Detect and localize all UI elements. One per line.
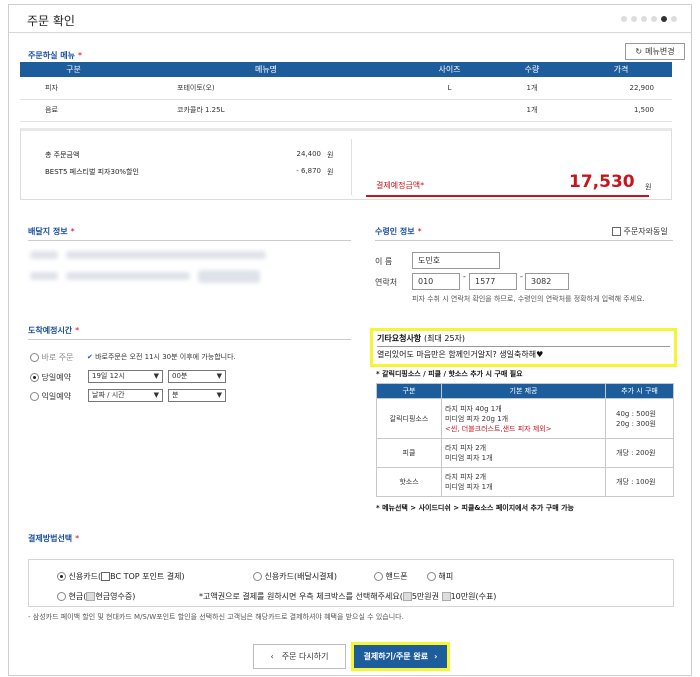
step-dot [671,16,677,22]
total-value: 24,400 [296,150,322,158]
step-dot [631,16,637,22]
col-header: 수량 [494,62,570,77]
price-summary: 총 주문금액 24,400 원 BEST5 페스티벌 피자30%할인 - 6,8… [20,128,672,200]
step-dot [641,16,647,22]
receiver-name-input[interactable]: 도민호 [412,252,500,269]
table-row: 피자 포테이토(오) L 1개 22,900 [20,77,672,100]
reorder-button[interactable]: ‹ 주문 다시하기 [253,644,346,669]
phone-pay-radio[interactable] [374,572,383,581]
happy-option[interactable]: 해피 [427,571,453,582]
col-header: 구분 [20,62,127,77]
receiver-section-title: 수령인 정보 * [375,227,422,236]
table-row: 갈릭디핑소스 라지 피자 40g 1개 미디엄 피자 20g 1개 <씬, 더블크러… [376,398,674,439]
today-reservation-option[interactable]: 당일예약 [30,372,71,383]
table-row: 핫소스 라지 피자 2개 미디엄 피자 1개 개당 : 100원 [376,467,674,497]
step-dot [621,16,627,22]
special-request-box: 기타요청사항 (최대 25자) 열리있어도 마음만은 함께인거알지? 생일축하해… [370,328,677,367]
card-on-delivery-option[interactable]: 신용카드(배달시결제) [253,571,337,582]
chevron-down-icon: ▼ [153,391,159,399]
today-reservation-radio[interactable] [30,373,39,382]
table-row: 피클 라지 피자 2개 미디엄 피자 1개 개당 : 200원 [376,438,674,468]
next-day-time-select[interactable]: 날짜 / 시간 ▼ [88,389,163,402]
cash-option[interactable]: 현금(현금영수증) [57,591,135,602]
name-label: 이 름 [375,257,393,266]
chevron-right-icon: › [434,652,438,661]
credit-card-radio[interactable] [57,572,66,581]
phone-label: 연락처 [375,278,398,287]
phone-prefix-input[interactable]: 010 [412,273,460,290]
col-header: 구분 [376,383,442,399]
bc-top-checkbox[interactable] [101,572,111,581]
col-header: 사이즈 [405,62,494,77]
refresh-icon: ↻ [635,47,643,56]
col-header: 추가 시 구매 [605,383,674,399]
menu-table: 구분 메뉴명 사이즈 수량 가격 피자 포테이토(오) L 1개 22,900 … [20,62,672,122]
page-title: 주문 확인 [27,14,75,28]
menu-section-title: 주문하실 메뉴 * [28,51,82,60]
step-dot-current [661,16,667,22]
header: 주문 확인 [9,5,691,33]
order-now-note: ✔ 바로주문은 오전 11시 30분 이후에 가능합니다. [87,353,236,361]
phone-note: 피자 수취 시 연락처 확인을 하므로, 수령인의 연락처를 정확하게 입력해 … [412,295,645,303]
cash-note: *고액권으로 결제를 원하시면 우측 체크박스를 선택해주세요(5만원권 10만… [199,592,497,601]
sauce-table: 구분 기본 제공 추가 시 구매 갈릭디핑소스 라지 피자 40g 1개 미디엄 … [376,383,674,497]
blurred-button [198,270,260,283]
change-menu-button[interactable]: ↻ 메뉴변경 [625,43,685,60]
next-day-reservation-radio[interactable] [30,392,39,401]
blurred-address [66,251,266,259]
next-day-minute-select[interactable]: 분 ▼ [168,389,226,402]
complete-order-button[interactable]: 결제하기/주문 완료 › [351,642,450,671]
col-header: 기본 제공 [441,383,606,399]
discount-label: BEST5 페스티벌 피자30%할인 [45,168,139,176]
credit-card-option[interactable]: 신용카드(BC TOP 포인트 결제) [57,571,185,582]
step-indicator [621,16,677,22]
special-request-title: 기타요청사항 (최대 25자) [377,334,466,343]
today-time-select[interactable]: 19일 12시 ▼ [88,370,163,383]
bill-100k-checkbox[interactable] [441,592,451,601]
blurred-phone [30,272,58,280]
menu-note: * 메뉴선택 > 사이드디쉬 > 피클&소스 페이지에서 추가 구매 가능 [376,504,574,512]
chevron-down-icon: ▼ [216,391,222,399]
chevron-down-icon: ▼ [153,372,159,380]
next-day-reservation-option[interactable]: 익일예약 [30,391,71,402]
sauce-note: * 갈릭디핑소스 / 피클 / 핫소스 추가 시 구매 필요 [376,370,523,378]
step-dot [651,16,657,22]
total-label: 총 주문금액 [45,151,80,159]
payment-section-title: 결제방법선택 * [28,534,80,543]
today-minute-select[interactable]: 00분 ▼ [168,370,226,383]
order-now-radio[interactable] [30,353,39,362]
pay-amount-value: 17,530 [569,172,635,192]
blurred-address [30,251,58,259]
chevron-down-icon: ▼ [216,372,222,380]
phone-pay-option[interactable]: 핸드폰 [374,571,408,582]
payment-footnote: - 삼성카드 페이백 할인 및 현대카드 M/S/W포인트 할인을 선택하신 고… [28,613,404,621]
phone-last-input[interactable]: 3082 [525,273,569,290]
check-icon: ✔ [87,353,93,361]
col-header: 가격 [570,62,672,77]
discount-value: - 6,870 [296,167,321,175]
blurred-phone [66,272,190,280]
same-as-orderer-checkbox[interactable] [612,227,621,236]
arrival-section-title: 도착예정시간 * [28,326,80,335]
cash-radio[interactable] [57,592,66,601]
phone-middle-input[interactable]: 1577 [469,273,517,290]
bill-50k-checkbox[interactable] [402,592,412,601]
col-header: 메뉴명 [127,62,405,77]
table-row: 음료 코카콜라 1.25L 1개 1,500 [20,99,672,122]
same-as-orderer[interactable]: 주문자와동일 [612,226,668,237]
delivery-section-title: 배달지 정보 * [28,227,75,236]
happy-radio[interactable] [427,572,436,581]
pay-amount-label: 결제예정금액* [376,181,425,190]
payment-options: 신용카드(BC TOP 포인트 결제) 신용카드(배달시결제) 핸드폰 해피 현… [28,559,674,607]
special-request-input[interactable]: 열리있어도 마음만은 함께인거알지? 생일축하해♥ [377,349,543,360]
chevron-left-icon: ‹ [270,652,274,661]
order-now-option[interactable]: 바로 주문 [30,352,74,363]
card-on-delivery-radio[interactable] [253,572,262,581]
